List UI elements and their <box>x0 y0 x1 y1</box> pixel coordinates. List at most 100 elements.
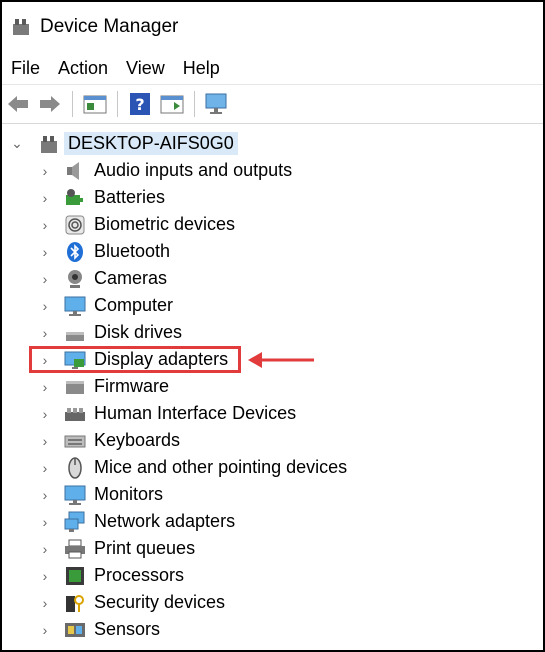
sensor-icon <box>65 622 85 637</box>
monitor-scan-icon <box>205 93 227 114</box>
tree-item-label: Computer <box>94 295 174 315</box>
device-manager-icon <box>13 19 29 35</box>
tree-item-computer[interactable]: › Computer <box>2 292 543 319</box>
run-icon <box>160 95 184 114</box>
help-icon: ? <box>130 93 150 115</box>
chevron-right-icon[interactable]: › <box>38 541 52 557</box>
hid-icon <box>65 407 85 421</box>
svg-text:?: ? <box>135 95 144 114</box>
computer-icon <box>64 296 86 316</box>
device-tree: ⌄ DESKTOP-AIFS0G0 › Audio inputs and out… <box>2 124 543 643</box>
chevron-right-icon[interactable]: › <box>38 433 52 449</box>
tree-item-keyboards[interactable]: › Keyboards <box>2 427 543 454</box>
menu-action[interactable]: Action <box>49 58 117 79</box>
chevron-right-icon[interactable]: › <box>38 595 52 611</box>
title-bar: Device Manager <box>2 2 543 52</box>
speaker-icon <box>67 161 79 180</box>
tree-item-label: Keyboards <box>94 430 181 450</box>
tree-item-cameras[interactable]: › Cameras <box>2 265 543 292</box>
tree-item-label: Security devices <box>94 592 226 612</box>
tree-item-processors[interactable]: › Processors <box>2 562 543 589</box>
menu-view[interactable]: View <box>117 58 174 79</box>
chevron-down-icon[interactable]: ⌄ <box>10 135 24 151</box>
tree-item-disk-drives[interactable]: › Disk drives <box>2 319 543 346</box>
tree-item-label: Bluetooth <box>94 241 171 261</box>
tree-item-label: Network adapters <box>94 511 236 531</box>
tree-item-bluetooth[interactable]: › Bluetooth <box>2 238 543 265</box>
chevron-right-icon[interactable]: › <box>38 379 52 395</box>
tree-item-label: Disk drives <box>94 322 183 342</box>
tree-item-hid[interactable]: › Human Interface Devices <box>2 400 543 427</box>
tree-item-security[interactable]: › Security devices <box>2 589 543 616</box>
tree-item-label: Batteries <box>94 187 166 207</box>
tree-item-biometric[interactable]: › Biometric devices <box>2 211 543 238</box>
toolbar-separator <box>194 91 195 117</box>
chevron-right-icon[interactable]: › <box>38 325 52 341</box>
tree-item-label: Firmware <box>94 376 169 396</box>
network-icon <box>64 511 85 532</box>
monitor-icon <box>64 485 86 505</box>
tree-item-display-adapters[interactable]: › Display adapters <box>2 346 543 373</box>
tree-item-label: Human Interface Devices <box>94 403 297 423</box>
forward-button[interactable] <box>36 90 64 118</box>
scan-hardware-button[interactable] <box>203 90 231 118</box>
processor-icon <box>66 566 84 585</box>
chevron-right-icon[interactable]: › <box>38 487 52 503</box>
tree-item-label: Processors <box>94 565 185 585</box>
keyboard-icon <box>64 435 86 447</box>
back-arrow-icon <box>8 96 28 112</box>
back-button[interactable] <box>4 90 32 118</box>
root-label: DESKTOP-AIFS0G0 <box>64 132 238 155</box>
properties-button[interactable] <box>81 90 109 118</box>
chevron-right-icon[interactable]: › <box>38 163 52 179</box>
chevron-right-icon[interactable]: › <box>38 190 52 206</box>
tree-item-label: Display adapters <box>94 349 229 369</box>
tree-item-label: Mice and other pointing devices <box>94 457 348 477</box>
camera-icon <box>68 269 82 288</box>
toolbar: ? <box>2 85 543 124</box>
security-icon <box>66 594 84 612</box>
bluetooth-icon <box>67 241 83 262</box>
chevron-right-icon[interactable]: › <box>38 568 52 584</box>
disk-drive-icon <box>66 331 84 341</box>
display-adapter-icon <box>64 351 86 369</box>
chevron-right-icon[interactable]: › <box>38 217 52 233</box>
chevron-right-icon[interactable]: › <box>38 460 52 476</box>
toolbar-separator <box>117 91 118 117</box>
tree-item-label: Monitors <box>94 484 164 504</box>
chevron-right-icon[interactable]: › <box>38 622 52 638</box>
menu-bar: File Action View Help <box>2 52 543 85</box>
tree-item-audio[interactable]: › Audio inputs and outputs <box>2 157 543 184</box>
toolbar-separator <box>72 91 73 117</box>
printer-icon <box>65 539 85 558</box>
chevron-right-icon[interactable]: › <box>38 352 52 368</box>
menu-file[interactable]: File <box>2 58 49 79</box>
tree-item-monitors[interactable]: › Monitors <box>2 481 543 508</box>
menu-help[interactable]: Help <box>174 58 229 79</box>
help-button[interactable]: ? <box>126 90 154 118</box>
tree-item-batteries[interactable]: › Batteries <box>2 184 543 211</box>
window-title: Device Manager <box>40 16 179 37</box>
tree-item-network[interactable]: › Network adapters <box>2 508 543 535</box>
tree-item-label: Biometric devices <box>94 214 236 234</box>
chevron-right-icon[interactable]: › <box>38 271 52 287</box>
chevron-right-icon[interactable]: › <box>38 514 52 530</box>
tree-item-label: Cameras <box>94 268 168 288</box>
battery-icon <box>66 188 83 205</box>
tree-item-sensors[interactable]: › Sensors <box>2 616 543 643</box>
firmware-icon <box>66 380 84 394</box>
tree-item-firmware[interactable]: › Firmware <box>2 373 543 400</box>
tree-item-mice[interactable]: › Mice and other pointing devices <box>2 454 543 481</box>
fingerprint-icon <box>65 215 85 234</box>
tree-root[interactable]: ⌄ DESKTOP-AIFS0G0 <box>2 130 543 157</box>
chevron-right-icon[interactable]: › <box>38 244 52 260</box>
device-manager-window: Device Manager File Action View Help ? ⌄… <box>0 0 545 652</box>
forward-arrow-icon <box>40 96 60 112</box>
tree-item-label: Print queues <box>94 538 196 558</box>
tree-item-print-queues[interactable]: › Print queues <box>2 535 543 562</box>
chevron-right-icon[interactable]: › <box>38 406 52 422</box>
run-button[interactable] <box>158 90 186 118</box>
mouse-icon <box>68 456 82 479</box>
chevron-right-icon[interactable]: › <box>38 298 52 314</box>
properties-icon <box>83 95 107 114</box>
